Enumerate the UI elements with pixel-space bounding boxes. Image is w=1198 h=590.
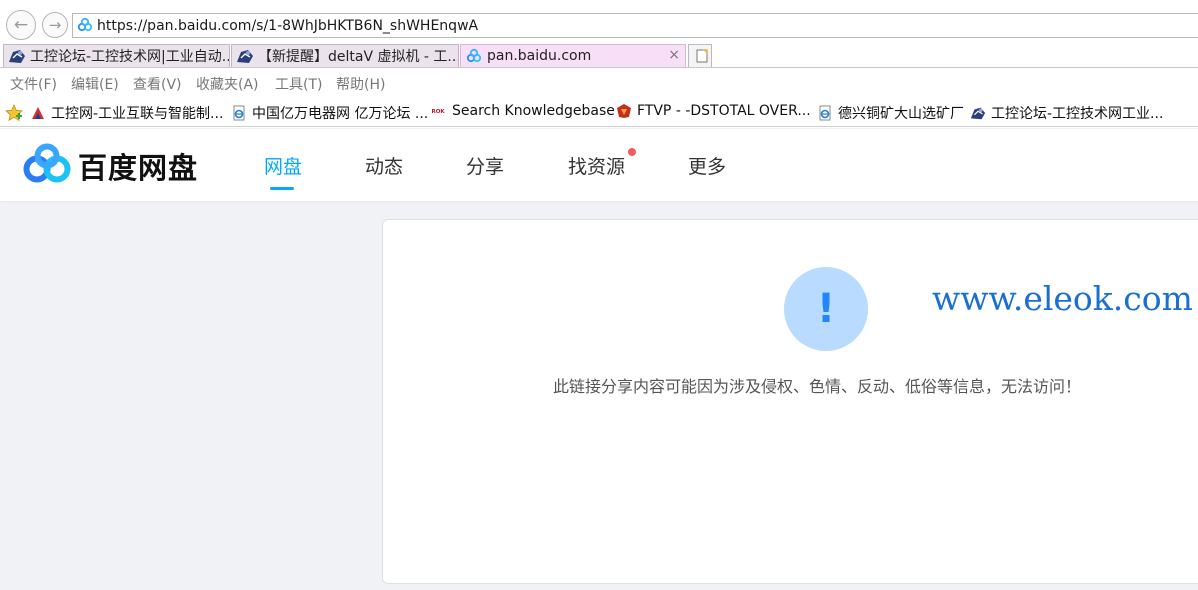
favorite-label: Search Knowledgebase xyxy=(452,103,615,119)
favorite-label: 中国亿万电器网 亿万论坛 ... xyxy=(252,106,429,122)
nav-tab-gengduo[interactable]: 更多 xyxy=(688,152,726,179)
rok-icon: ROK xyxy=(431,108,447,115)
favorite-label: FTVP - -DSTOTAL OVER... xyxy=(637,103,811,119)
menu-file[interactable]: 文件(F) xyxy=(10,74,57,94)
alert-icon: ! xyxy=(784,267,868,351)
nav-tab-dongtai[interactable]: 动态 xyxy=(365,152,403,179)
tab-label: pan.baidu.com xyxy=(487,48,592,64)
ie-page-icon xyxy=(233,105,245,121)
forward-button[interactable]: → xyxy=(42,12,68,38)
browser-chrome: ← → https://pan.baidu.com/s/1-8WhJbHKTB6… xyxy=(0,0,1198,128)
site-header: 百度网盘 网盘 动态 分享 找资源 更多 xyxy=(0,129,1198,201)
gongkong-icon xyxy=(9,50,25,63)
favorite-label: 工控网-工业互联与智能制... xyxy=(51,106,224,122)
menu-bar: 文件(F) 编辑(E) 查看(V) 收藏夹(A) 工具(T) 帮助(H) xyxy=(0,70,1198,96)
error-message: 此链接分享内容可能因为涉及侵权、色情、反动、低俗等信息，无法访问！ xyxy=(553,377,1082,396)
tab-pan-baidu[interactable]: pan.baidu.com × xyxy=(460,44,686,67)
favorite-search-knowledgebase[interactable]: ROK Search Knowledgebase xyxy=(431,103,615,119)
nav-tab-wangpan[interactable]: 网盘 xyxy=(264,152,302,179)
gongkong-icon xyxy=(970,107,986,120)
menu-tools[interactable]: 工具(T) xyxy=(275,74,322,94)
baidu-pan-favicon-icon xyxy=(466,48,482,63)
tab-strip: 工控论坛-工控技术网|工业自动... 【新提醒】deltaV 虚拟机 - 工..… xyxy=(0,44,1198,68)
ie-page-icon xyxy=(819,105,831,121)
favorite-gongkong-net[interactable]: 工控网-工业互联与智能制... xyxy=(30,103,223,123)
address-bar[interactable]: https://pan.baidu.com/s/1-8WhJbHKTB6N_sh… xyxy=(72,13,1198,38)
back-arrow-icon: ← xyxy=(13,14,29,35)
nav-tab-fenxiang[interactable]: 分享 xyxy=(466,152,504,179)
address-bar-row: ← → https://pan.baidu.com/s/1-8WhJbHKTB6… xyxy=(0,10,1198,42)
favorites-star-icon[interactable] xyxy=(5,104,23,122)
nav-active-underline xyxy=(270,187,294,190)
menu-edit[interactable]: 编辑(E) xyxy=(71,74,119,94)
watermark-text: www.eleok.com xyxy=(932,279,1193,318)
nav-tab-zhaoziyuan[interactable]: 找资源 xyxy=(568,152,625,179)
tab-label: 【新提醒】deltaV 虚拟机 - 工... xyxy=(258,49,458,65)
ftvp-icon xyxy=(617,104,631,118)
tab-gongkong-forum[interactable]: 工控论坛-工控技术网|工业自动... xyxy=(3,44,230,67)
favorite-yiwan-forum[interactable]: 中国亿万电器网 亿万论坛 ... xyxy=(231,103,428,123)
gongkong-icon xyxy=(32,107,44,119)
exclamation-icon: ! xyxy=(816,286,836,332)
tab-close-icon[interactable]: × xyxy=(668,47,680,63)
new-tab-button[interactable] xyxy=(688,44,712,67)
baidu-pan-logo-icon[interactable] xyxy=(22,143,72,185)
favorite-label: 德兴铜矿大山选矿厂 xyxy=(838,106,964,122)
favorite-dexing-mine[interactable]: 德兴铜矿大山选矿厂 xyxy=(817,103,964,123)
back-button[interactable]: ← xyxy=(6,10,36,40)
url-text: https://pan.baidu.com/s/1-8WhJbHKTB6N_sh… xyxy=(97,18,479,34)
notification-dot xyxy=(628,148,636,156)
gongkong-icon xyxy=(237,50,253,63)
tab-deltav-vm[interactable]: 【新提醒】deltaV 虚拟机 - 工... xyxy=(231,44,459,67)
favorites-bar: 工控网-工业互联与智能制... 中国亿万电器网 亿万论坛 ... ROK Sea… xyxy=(0,99,1198,127)
favorite-label: 工控论坛-工控技术网工业... xyxy=(991,106,1164,122)
new-tab-icon xyxy=(696,49,708,63)
favorite-ftvp[interactable]: FTVP - -DSTOTAL OVER... xyxy=(616,103,811,119)
svg-text:ROK: ROK xyxy=(432,109,446,115)
tab-label: 工控论坛-工控技术网|工业自动... xyxy=(30,49,229,65)
logo-text[interactable]: 百度网盘 xyxy=(78,145,198,187)
baidu-pan-favicon-icon xyxy=(77,17,93,32)
menu-favorites[interactable]: 收藏夹(A) xyxy=(196,74,259,94)
error-card: ! www.eleok.com 此链接分享内容可能因为涉及侵权、色情、反动、低俗… xyxy=(382,219,1198,584)
menu-view[interactable]: 查看(V) xyxy=(133,74,182,94)
favorite-gongkong-forum[interactable]: 工控论坛-工控技术网工业... xyxy=(970,103,1163,123)
menu-help[interactable]: 帮助(H) xyxy=(336,74,385,94)
forward-arrow-icon: → xyxy=(48,15,62,34)
